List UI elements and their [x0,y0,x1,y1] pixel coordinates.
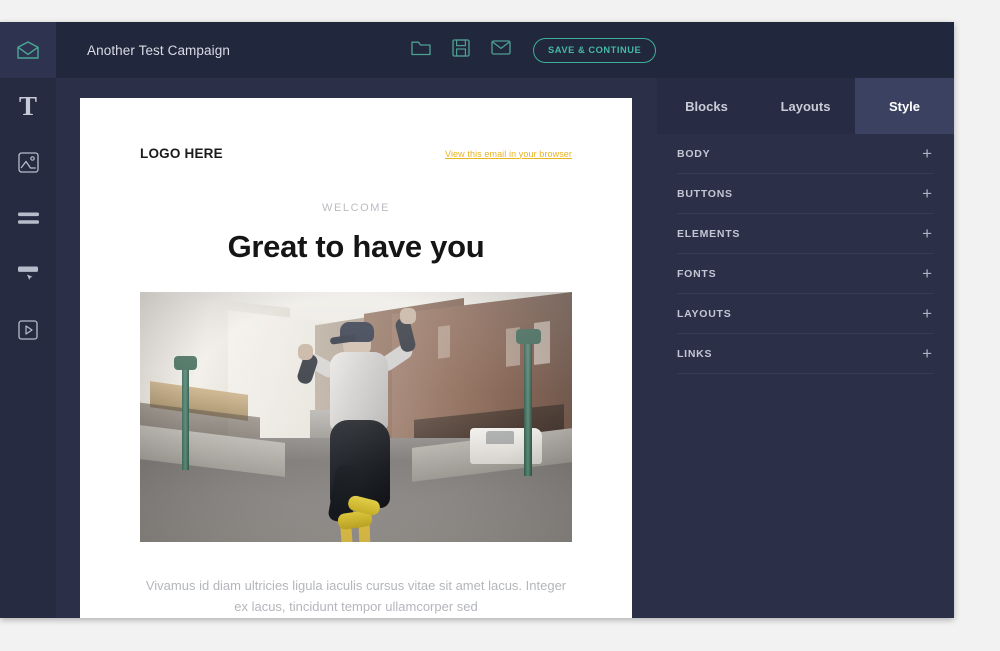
view-in-browser-link[interactable]: View this email in your browser [445,149,572,159]
accordion-label: FONTS [677,267,717,280]
accordion-row-buttons[interactable]: BUTTONS + [677,174,934,214]
block-type-rail: T [0,22,56,618]
email-hero-image[interactable] [140,292,572,542]
envelope-icon [16,40,40,60]
email-header: LOGO HERE View this email in your browse… [80,98,632,161]
accordion-label: ELEMENTS [677,227,741,240]
divider-icon [17,212,39,225]
button-icon [17,266,39,282]
accordion-row-links[interactable]: LINKS + [677,334,934,374]
email-body-text[interactable]: Vivamus id diam ultricies ligula iaculis… [140,575,572,617]
envelope-icon [491,40,511,60]
plus-icon[interactable]: + [922,345,934,362]
tab-layouts[interactable]: Layouts [756,78,855,134]
photo-vignette [140,292,572,542]
tab-blocks[interactable]: Blocks [657,78,756,134]
accordion-label: BUTTONS [677,187,733,200]
plus-icon[interactable]: + [922,145,934,162]
rail-item-text[interactable]: T [0,78,56,134]
folder-button[interactable] [401,30,441,70]
body-row: LOGO HERE View this email in your browse… [56,78,954,618]
save-button[interactable] [441,30,481,70]
plus-icon[interactable]: + [922,305,934,322]
email-eyebrow[interactable]: WELCOME [80,202,632,214]
save-icon [452,38,470,62]
style-accordion: BODY + BUTTONS + ELEMENTS + FONTS + LAYO… [657,134,954,374]
rail-item-button[interactable] [0,246,56,302]
campaign-title: Another Test Campaign [87,42,230,58]
image-icon [17,151,39,173]
send-test-email-button[interactable] [481,30,521,70]
accordion-row-body[interactable]: BODY + [677,134,934,174]
rail-item-image[interactable] [0,134,56,190]
top-bar: Another Test Campaign SAVE & CONTINUE [56,22,954,78]
accordion-row-layouts[interactable]: LAYOUTS + [677,294,934,334]
accordion-label: LINKS [677,347,713,360]
rail-item-video[interactable] [0,302,56,358]
rail-item-email[interactable] [0,22,56,78]
save-and-continue-button[interactable]: SAVE & CONTINUE [533,37,657,63]
accordion-row-fonts[interactable]: FONTS + [677,254,934,294]
email-preview-card[interactable]: LOGO HERE View this email in your browse… [80,98,632,618]
folder-icon [411,39,431,61]
accordion-label: BODY [677,147,711,160]
accordion-row-elements[interactable]: ELEMENTS + [677,214,934,254]
accordion-label: LAYOUTS [677,307,732,320]
plus-icon[interactable]: + [922,265,934,282]
tab-style[interactable]: Style [855,78,954,134]
rail-item-divider[interactable] [0,190,56,246]
plus-icon[interactable]: + [922,185,934,202]
email-canvas[interactable]: LOGO HERE View this email in your browse… [56,78,657,618]
top-bar-actions: SAVE & CONTINUE [401,30,657,70]
panel-tabs: Blocks Layouts Style [657,78,954,134]
video-icon [18,320,38,340]
email-logo[interactable]: LOGO HERE [140,146,223,161]
plus-icon[interactable]: + [922,225,934,242]
email-heading[interactable]: Great to have you [80,229,632,265]
text-icon: T [18,90,37,121]
app-window: T Another Test Campaign SAVE & CONTINUE … [0,22,954,618]
main-area: Another Test Campaign SAVE & CONTINUE LO… [56,22,954,618]
style-panel: Blocks Layouts Style BODY + BUTTONS + EL… [657,78,954,618]
